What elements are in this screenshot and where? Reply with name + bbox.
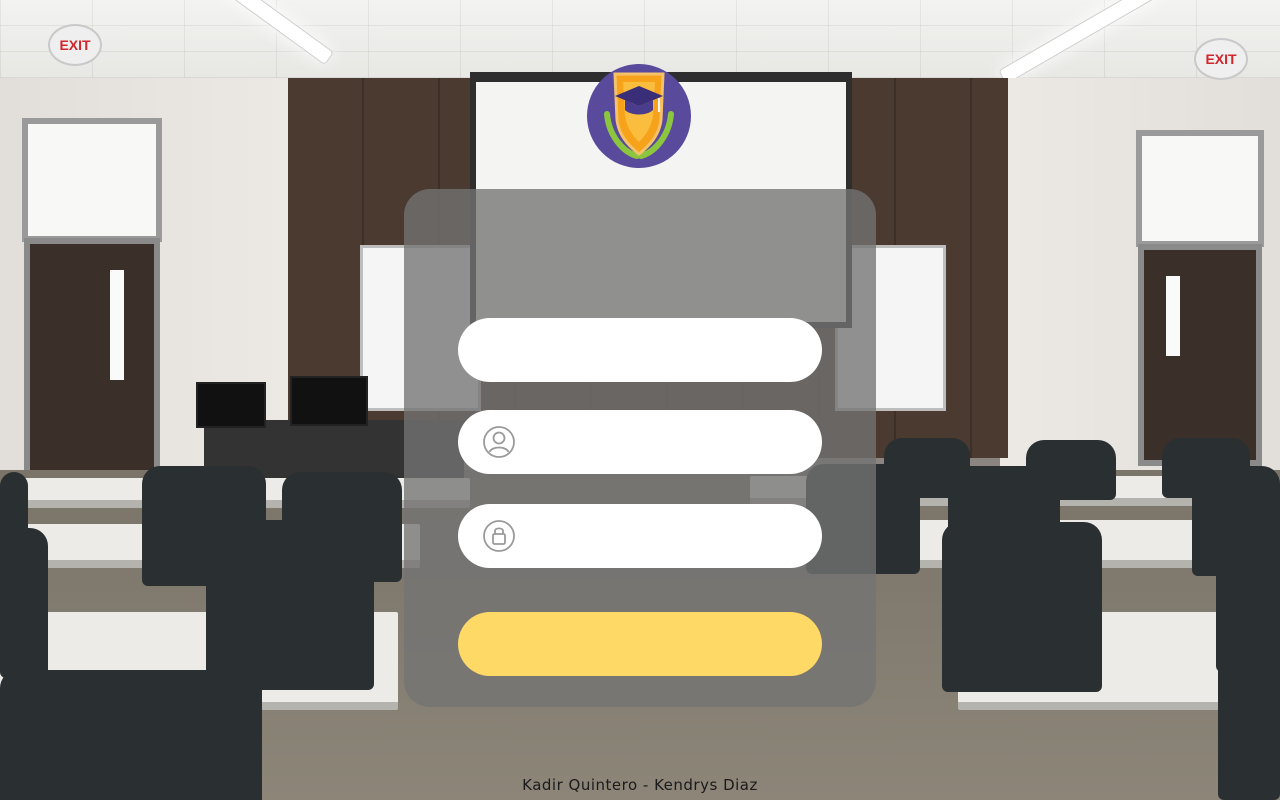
chair bbox=[206, 520, 374, 690]
door-top-window bbox=[22, 118, 162, 242]
top-input[interactable] bbox=[478, 329, 802, 371]
door-top-window bbox=[1136, 130, 1264, 247]
door bbox=[1138, 244, 1262, 466]
exit-sign: EXIT bbox=[1194, 38, 1248, 80]
username-field[interactable] bbox=[458, 410, 822, 474]
password-input[interactable] bbox=[528, 515, 802, 557]
top-input-field[interactable] bbox=[458, 318, 822, 382]
lock-icon bbox=[482, 519, 516, 553]
monitor bbox=[196, 382, 266, 428]
password-field[interactable] bbox=[458, 504, 822, 568]
chair bbox=[0, 528, 48, 678]
chair bbox=[942, 522, 1102, 692]
username-input[interactable] bbox=[528, 421, 802, 463]
door-window bbox=[1166, 276, 1180, 356]
graduation-shield-logo bbox=[587, 64, 691, 168]
exit-sign: EXIT bbox=[48, 24, 102, 66]
door bbox=[24, 238, 160, 485]
user-circle-icon bbox=[482, 425, 516, 459]
login-button[interactable] bbox=[458, 612, 822, 676]
credits-footer: Kadir Quintero - Kendrys Diaz bbox=[522, 776, 758, 794]
door-window bbox=[110, 270, 124, 380]
monitor bbox=[290, 376, 368, 426]
